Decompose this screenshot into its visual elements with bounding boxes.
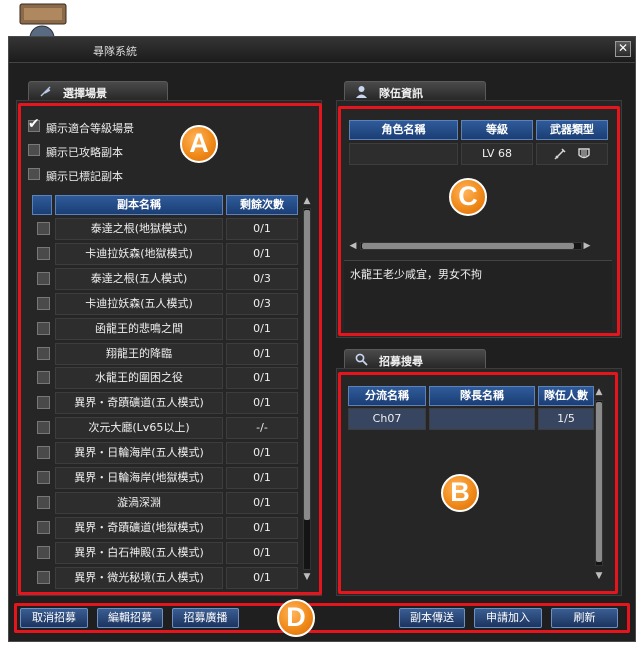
- feather-icon: [40, 86, 51, 97]
- dungeon-remaining-cell: -/-: [226, 417, 298, 440]
- dungeon-remaining-cell: 0/1: [226, 491, 298, 514]
- dungeon-name-cell[interactable]: 異界・奇蹟礦道(地獄模式): [55, 516, 223, 539]
- column-header-dungeon-name[interactable]: 副本名稱: [55, 195, 223, 215]
- tab-team-info: 隊伍資訊: [344, 81, 486, 101]
- dungeon-row-checkbox[interactable]: [37, 346, 50, 360]
- dungeon-row-checkbox[interactable]: [37, 471, 50, 484]
- dungeon-remaining-cell: 0/1: [226, 392, 298, 415]
- dungeon-row-checkbox[interactable]: [37, 371, 50, 385]
- recruit-members-cell[interactable]: 1/5: [538, 408, 594, 430]
- dungeon-name-cell[interactable]: 次元大廳(Lv65以上): [55, 417, 223, 440]
- sword-icon: [554, 148, 566, 160]
- dungeon-name-cell[interactable]: 漩渦深淵: [55, 491, 223, 514]
- checkmark-icon: ✔: [28, 116, 40, 132]
- tab-select-scene: 選擇場景: [28, 81, 168, 101]
- column-header-level[interactable]: 等級: [461, 120, 533, 140]
- tab-recruit-search: 招募搜尋: [344, 349, 486, 369]
- dungeon-name-cell[interactable]: 異界・日輪海岸(地獄模式): [55, 467, 223, 489]
- checkbox-cleared-dungeons[interactable]: 顯示已攻略副本: [28, 143, 188, 159]
- window-title: 尋隊系統: [93, 45, 137, 58]
- header-select-all[interactable]: [32, 195, 52, 215]
- dungeon-name-cell[interactable]: 異界・白石神殿(五人模式): [55, 541, 223, 564]
- dungeon-row-checkbox[interactable]: [37, 396, 50, 410]
- recruit-scroll-thumb[interactable]: [596, 402, 602, 562]
- edit-recruit-button[interactable]: 編輯招募: [97, 608, 163, 628]
- dungeon-remaining-cell: 0/3: [226, 292, 298, 315]
- tab-label: 隊伍資訊: [379, 87, 423, 100]
- shield-icon: [578, 148, 590, 159]
- dungeon-row-checkbox[interactable]: [37, 570, 50, 584]
- dungeon-remaining-cell: 0/1: [226, 516, 298, 539]
- dungeon-remaining-cell: 0/1: [226, 242, 298, 265]
- callout-b: B: [441, 474, 479, 512]
- dungeon-row-checkbox[interactable]: [37, 446, 50, 460]
- dungeon-name-cell[interactable]: 泰達之根(地獄模式): [55, 218, 223, 240]
- column-header-remaining[interactable]: 剩餘次數: [226, 195, 298, 215]
- dungeon-row-checkbox[interactable]: [37, 495, 50, 509]
- dungeon-remaining-cell: 0/1: [226, 442, 298, 465]
- dungeon-remaining-cell: 0/1: [226, 317, 298, 340]
- dungeon-row-checkbox[interactable]: [37, 271, 50, 285]
- dungeon-remaining-cell: 0/1: [226, 342, 298, 365]
- team-hscroll-thumb[interactable]: [362, 243, 574, 249]
- dungeon-remaining-cell: 0/1: [226, 541, 298, 564]
- title-bar[interactable]: 尋隊系統 ✕: [9, 37, 635, 63]
- scroll-right-arrow[interactable]: ▶: [582, 241, 592, 251]
- dungeon-remaining-cell: 0/1: [226, 467, 298, 489]
- dungeon-teleport-button[interactable]: 副本傳送: [399, 608, 465, 628]
- member-level-cell: LV 68: [461, 143, 533, 165]
- column-header-leader[interactable]: 隊長名稱: [429, 386, 535, 406]
- refresh-button[interactable]: 刷新: [551, 608, 618, 628]
- dungeon-list-scroll-thumb[interactable]: [304, 210, 310, 520]
- checkbox-box[interactable]: [28, 144, 40, 156]
- checkbox-suitable-level[interactable]: ✔ 顯示適合等級場景: [28, 116, 188, 135]
- dungeon-remaining-cell: 0/1: [226, 367, 298, 390]
- dungeon-row-checkbox[interactable]: [37, 545, 50, 559]
- member-weapon-cell: [536, 143, 608, 165]
- recruit-scroll-down-arrow[interactable]: ▼: [594, 571, 604, 581]
- checkbox-marked-dungeons[interactable]: 顯示已標記副本: [28, 167, 188, 183]
- column-header-weapon-type[interactable]: 武器類型: [536, 120, 608, 140]
- dungeon-row-checkbox[interactable]: [37, 296, 50, 310]
- team-note-text: 水龍王老少咸宜，男女不拘: [350, 268, 482, 281]
- tab-label: 招募搜尋: [379, 355, 423, 368]
- callout-d: D: [277, 599, 315, 637]
- close-button[interactable]: ✕: [615, 41, 631, 57]
- apply-join-button[interactable]: 申請加入: [474, 608, 542, 628]
- callout-c: C: [449, 178, 487, 216]
- recruit-scroll-up-arrow[interactable]: ▲: [594, 387, 604, 397]
- cancel-recruit-button[interactable]: 取消招募: [20, 608, 88, 628]
- dungeon-row-checkbox[interactable]: [37, 321, 50, 335]
- dungeon-name-cell[interactable]: 異界・微光秘境(五人模式): [55, 566, 223, 589]
- scroll-down-arrow[interactable]: ▼: [302, 572, 312, 582]
- dungeon-name-cell[interactable]: 水龍王的圍困之役: [55, 367, 223, 390]
- dungeon-row-checkbox[interactable]: [37, 246, 50, 260]
- dungeon-row-checkbox[interactable]: [37, 520, 50, 534]
- broadcast-recruit-button[interactable]: 招募廣播: [172, 608, 239, 628]
- dungeon-name-cell[interactable]: 異界・奇蹟礦道(五人模式): [55, 392, 223, 415]
- person-icon: [356, 86, 367, 98]
- dungeon-name-cell[interactable]: 卡迪拉妖森(五人模式): [55, 292, 223, 315]
- recruit-channel-cell[interactable]: Ch07: [348, 408, 426, 430]
- column-header-channel[interactable]: 分流名稱: [348, 386, 426, 406]
- dungeon-remaining-cell: 0/1: [226, 566, 298, 589]
- dungeon-name-cell[interactable]: 泰達之根(五人模式): [55, 267, 223, 290]
- scroll-left-arrow[interactable]: ◀: [348, 241, 358, 251]
- dungeon-name-cell[interactable]: 函龍王的悲鳴之間: [55, 317, 223, 340]
- dungeon-name-cell[interactable]: 異界・日輪海岸(五人模式): [55, 442, 223, 465]
- magnifier-icon: [355, 353, 368, 366]
- checkbox-box[interactable]: [28, 168, 40, 180]
- scroll-up-arrow[interactable]: ▲: [302, 196, 312, 206]
- dungeon-remaining-cell: 0/1: [226, 218, 298, 240]
- recruit-leader-cell[interactable]: [429, 408, 535, 430]
- dungeon-row-checkbox[interactable]: [37, 222, 50, 235]
- member-name-cell[interactable]: [349, 143, 458, 165]
- dungeon-remaining-cell: 0/3: [226, 267, 298, 290]
- column-header-character-name[interactable]: 角色名稱: [349, 120, 458, 140]
- tab-label: 選擇場景: [63, 87, 107, 100]
- dungeon-row-checkbox[interactable]: [37, 421, 50, 435]
- dungeon-name-cell[interactable]: 翔龍王的降臨: [55, 342, 223, 365]
- dungeon-name-cell[interactable]: 卡迪拉妖森(地獄模式): [55, 242, 223, 265]
- column-header-member-count[interactable]: 隊伍人數: [538, 386, 594, 406]
